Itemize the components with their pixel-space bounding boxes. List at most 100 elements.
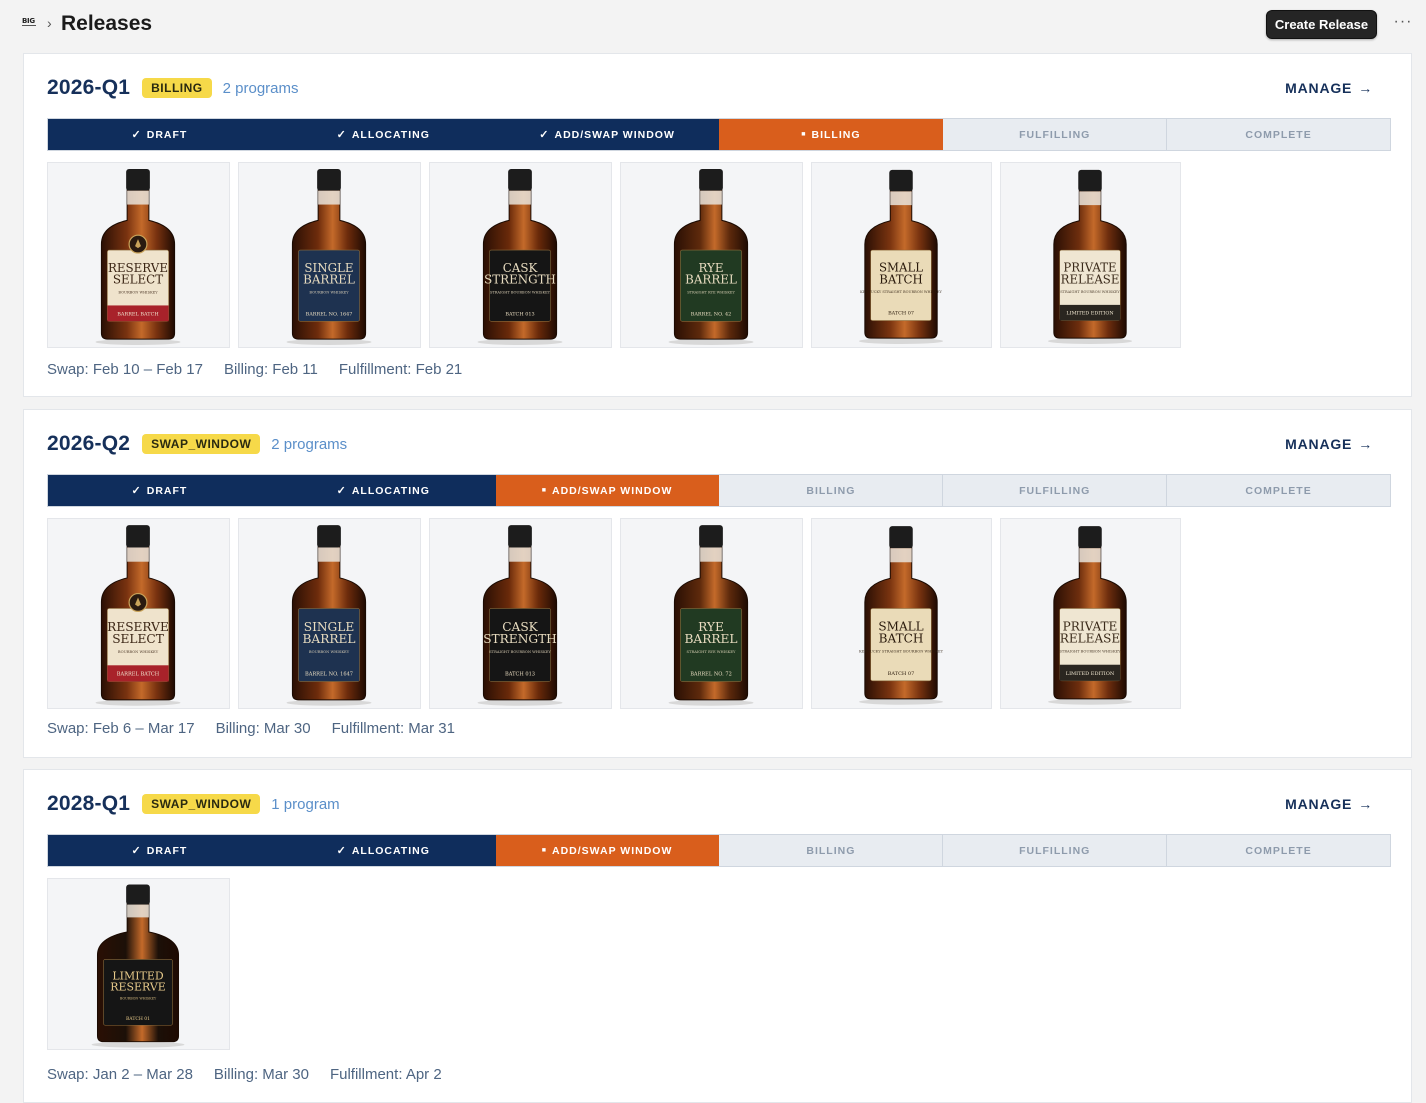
program-tile[interactable]: PRIVATE RELEASE STRAIGHT BOURBON WHISKEY…	[1000, 162, 1181, 348]
step-add-swap-window: ✓ ADD/SWAP WINDOW	[495, 119, 720, 150]
bottle-label-foot: BARREL NO. 42	[691, 311, 732, 317]
program-tile[interactable]: RESERVE SELECT BOURBON WHISKEY BARREL BA…	[47, 162, 230, 348]
step-draft: ✓ DRAFT	[48, 475, 272, 506]
step-label: FULFILLING	[1019, 484, 1091, 497]
step-add-swap-window: ■ ADD/SWAP WINDOW	[495, 475, 720, 506]
step-label: ALLOCATING	[351, 484, 430, 497]
program-count-link[interactable]: 2 programs	[223, 80, 299, 97]
step-fulfilling: FULFILLING	[943, 475, 1168, 506]
step-billing: BILLING	[719, 835, 944, 866]
release-name[interactable]: 2026-Q2	[47, 432, 130, 456]
step-allocating: ✓ ALLOCATING	[271, 475, 496, 506]
bottle-label-foot: BATCH 07	[888, 671, 915, 677]
bottle-label-sub: STRAIGHT BOURBON WHISKEY	[1059, 650, 1121, 654]
bottle-image: SMALL BATCH KENTUCKY STRAIGHT BOURBON WH…	[858, 526, 944, 705]
program-tile[interactable]: PRIVATE RELEASE STRAIGHT BOURBON WHISKEY…	[1000, 518, 1181, 709]
current-square-icon: ■	[541, 847, 547, 854]
release-header: 2028-Q1 SWAP_WINDOW 1 program	[47, 790, 340, 818]
release-dates: Swap: Feb 10 – Feb 17 Billing: Feb 11 Fu…	[47, 361, 483, 378]
status-stepper: ✓ DRAFT ✓ ALLOCATING ■ ADD/SWAP WINDOW BILLING…	[47, 834, 1391, 867]
bottle-label-line2: SELECT	[113, 273, 163, 287]
arrow-right-icon: →	[1358, 796, 1373, 812]
step-label: ALLOCATING	[351, 844, 430, 857]
manage-label: MANAGE	[1285, 436, 1353, 452]
logo[interactable]: BIG	[22, 18, 36, 26]
manage-link[interactable]: MANAGE →	[1285, 80, 1373, 96]
status-badge: SWAP_WINDOW	[142, 794, 261, 814]
step-complete: COMPLETE	[1167, 119, 1390, 150]
manage-link[interactable]: MANAGE →	[1285, 436, 1373, 452]
bottle-label-foot: BATCH 013	[505, 311, 534, 317]
bottle-label-sub: STRAIGHT RYE WHISKEY	[687, 650, 736, 654]
bottle-label-line2: BARREL	[684, 632, 737, 646]
bottle-label-foot: BARREL NO. 72	[690, 671, 732, 677]
step-label: ALLOCATING	[351, 128, 430, 141]
step-allocating: ✓ ALLOCATING	[271, 835, 496, 866]
step-label: DRAFT	[146, 128, 188, 141]
manage-label: MANAGE	[1285, 796, 1353, 812]
breadcrumb-chevron-icon: ›	[47, 15, 52, 31]
program-tile[interactable]: SMALL BATCH KENTUCKY STRAIGHT BOURBON WH…	[811, 518, 992, 709]
release-card: 2026-Q1 BILLING 2 programs MANAGE → ✓ DRA…	[23, 53, 1412, 397]
bottle-label-line2: RELEASE	[1061, 272, 1120, 286]
bottle-label-sub: STRAIGHT RYE WHISKEY	[687, 291, 735, 295]
program-tile[interactable]: SMALL BATCH KENTUCKY STRAIGHT BOURBON WH…	[811, 162, 992, 348]
step-label: ADD/SWAP WINDOW	[551, 484, 673, 497]
check-icon: ✓	[131, 129, 142, 141]
status-stepper: ✓ DRAFT ✓ ALLOCATING ✓ ADD/SWAP WINDOW ■ BILLIN…	[47, 118, 1391, 151]
step-label: COMPLETE	[1245, 128, 1312, 141]
bottle-label-foot: BARREL BATCH	[117, 671, 160, 677]
bottle-label-line2: BARREL	[302, 632, 355, 646]
swap-dates: Swap: Feb 6 – Mar 17	[47, 720, 195, 737]
bottle-label-line2: STRENGTH	[483, 632, 557, 646]
step-label: FULFILLING	[1019, 128, 1091, 141]
bottle-image: PRIVATE RELEASE STRAIGHT BOURBON WHISKEY…	[1047, 526, 1133, 705]
bottle-label-line2: SELECT	[112, 632, 164, 646]
bottle-label-foot: BATCH 07	[888, 311, 914, 317]
program-tile[interactable]: RYE BARREL STRAIGHT RYE WHISKEY BARREL N…	[620, 162, 803, 348]
logo-underline	[22, 25, 36, 26]
bottle-image: CASK STRENGTH STRAIGHT BOURBON WHISKEY B…	[477, 525, 563, 706]
release-name[interactable]: 2026-Q1	[47, 76, 130, 100]
program-tile[interactable]: SINGLE BARREL BOURBON WHISKEY BARREL NO.…	[238, 162, 421, 348]
bottle-label-foot: BARREL NO. 1647	[306, 311, 353, 317]
step-complete: COMPLETE	[1167, 835, 1390, 866]
bottle-image: RYE BARREL STRAIGHT RYE WHISKEY BARREL N…	[668, 525, 754, 706]
bottle-label-sub: BOURBON WHISKEY	[118, 291, 158, 295]
bottle-label-line2: BARREL	[685, 273, 737, 287]
bottle-label-sub: STRAIGHT BOURBON WHISKEY	[490, 291, 551, 295]
bottle-label-line2: RESERVE	[110, 981, 166, 994]
release-name[interactable]: 2028-Q1	[47, 792, 130, 816]
create-release-button[interactable]: Create Release	[1266, 10, 1377, 39]
program-tile[interactable]: RESERVE SELECT BOURBON WHISKEY BARREL BA…	[47, 518, 230, 709]
program-tile[interactable]: RYE BARREL STRAIGHT RYE WHISKEY BARREL N…	[620, 518, 803, 709]
bottle-image: PRIVATE RELEASE STRAIGHT BOURBON WHISKEY…	[1047, 169, 1133, 345]
step-label: COMPLETE	[1245, 844, 1312, 857]
swap-dates: Swap: Feb 10 – Feb 17	[47, 361, 203, 378]
manage-link[interactable]: MANAGE →	[1285, 796, 1373, 812]
program-count-link[interactable]: 1 program	[271, 796, 339, 813]
bottle-label-foot: BATCH 013	[505, 671, 535, 677]
status-badge: SWAP_WINDOW	[142, 434, 261, 454]
billing-date: Billing: Feb 11	[223, 361, 318, 378]
bottle-image: SINGLE BARREL BOURBON WHISKEY BARREL NO.…	[286, 168, 372, 346]
program-tile[interactable]: CASK STRENGTH STRAIGHT BOURBON WHISKEY B…	[429, 518, 612, 709]
bottle-label-line2: STRENGTH	[484, 273, 556, 287]
check-icon: ✓	[131, 485, 142, 497]
step-complete: COMPLETE	[1167, 475, 1390, 506]
program-tiles: LIMITED RESERVE BOURBON WHISKEY BATCH 01	[47, 878, 238, 1050]
program-tile[interactable]: LIMITED RESERVE BOURBON WHISKEY BATCH 01	[47, 878, 230, 1050]
program-count-link[interactable]: 2 programs	[271, 436, 347, 453]
program-tile[interactable]: SINGLE BARREL BOURBON WHISKEY BARREL NO.…	[238, 518, 421, 709]
step-fulfilling: FULFILLING	[943, 119, 1168, 150]
swap-dates: Swap: Jan 2 – Mar 28	[47, 1066, 193, 1083]
step-draft: ✓ DRAFT	[48, 119, 272, 150]
check-icon: ✓	[539, 129, 550, 141]
bottle-label-line2: BATCH	[879, 632, 924, 646]
program-tile[interactable]: CASK STRENGTH STRAIGHT BOURBON WHISKEY B…	[429, 162, 612, 348]
program-tiles: RESERVE SELECT BOURBON WHISKEY BARREL BA…	[47, 162, 1189, 348]
bottle-label-line2: BARREL	[303, 273, 355, 287]
step-billing: ■ BILLING	[719, 119, 944, 150]
bottle-label-sub: STRAIGHT BOURBON WHISKEY	[489, 650, 551, 654]
more-options-icon[interactable]: ···	[1393, 13, 1413, 33]
